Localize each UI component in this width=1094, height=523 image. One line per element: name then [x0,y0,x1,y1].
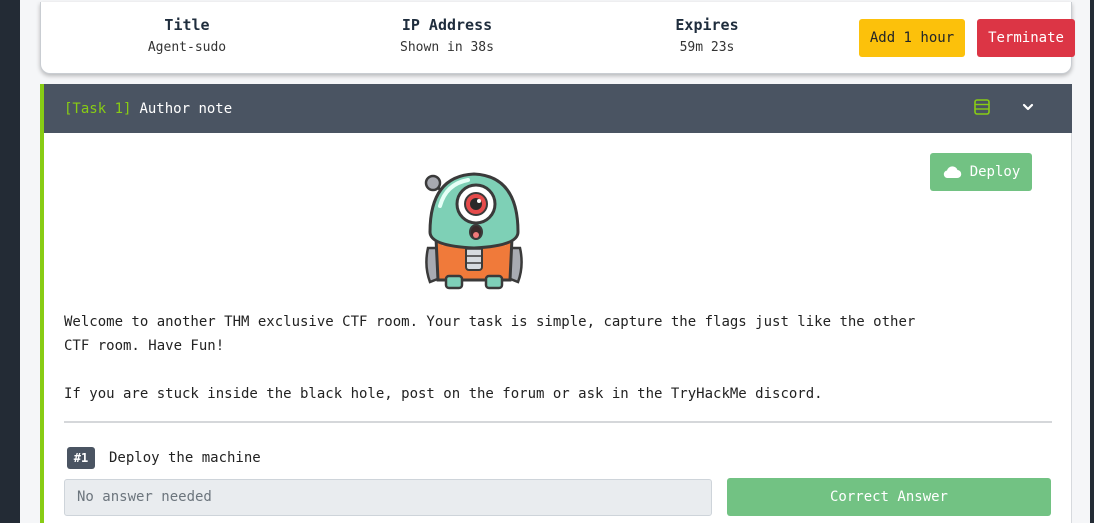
machine-expires-label: Expires [675,16,739,34]
answer-input[interactable]: No answer needed [64,479,712,516]
machine-ip-col: IP Address Shown in 38s [347,16,547,55]
chevron-down-icon[interactable] [1022,101,1034,113]
list-icon[interactable] [974,99,990,115]
right-edge [1090,0,1094,523]
correct-answer-button[interactable]: Correct Answer [727,478,1051,516]
task-title: Author note [139,100,233,117]
intro-paragraph: Welcome to another THM exclusive CTF roo… [64,314,916,354]
task-tag: [Task 1] [64,100,132,117]
terminate-button[interactable]: Terminate [977,19,1075,57]
machine-info-bar: Title Agent-sudo IP Address Shown in 38s… [40,2,1075,74]
add-hour-button[interactable]: Add 1 hour [859,19,965,57]
mascot-image [424,172,523,290]
question-number-badge: #1 [67,447,95,469]
machine-expires-col: Expires 59m 23s [607,16,807,55]
machine-title-col: Title Agent-sudo [87,16,287,55]
question-text: Deploy the machine [109,450,261,466]
left-sidebar-edge [0,0,20,523]
machine-title-value: Agent-sudo [147,40,227,55]
machine-ip-label: IP Address [401,16,493,34]
main-content: Title Agent-sudo IP Address Shown in 38s… [20,0,1090,523]
deploy-button[interactable]: Deploy [930,153,1032,191]
deploy-label: Deploy [969,164,1021,180]
divider [64,421,1052,423]
task-panel: [Task 1] Author note Deploy Welcome to a… [40,84,1072,523]
help-paragraph: If you are stuck inside the black hole, … [64,386,823,402]
machine-title-label: Title [164,16,210,34]
machine-expires-value: 59m 23s [679,40,735,55]
cloud-icon [943,166,961,179]
machine-ip-value: Shown in 38s [400,40,494,55]
task-header[interactable]: [Task 1] Author note [44,84,1072,133]
